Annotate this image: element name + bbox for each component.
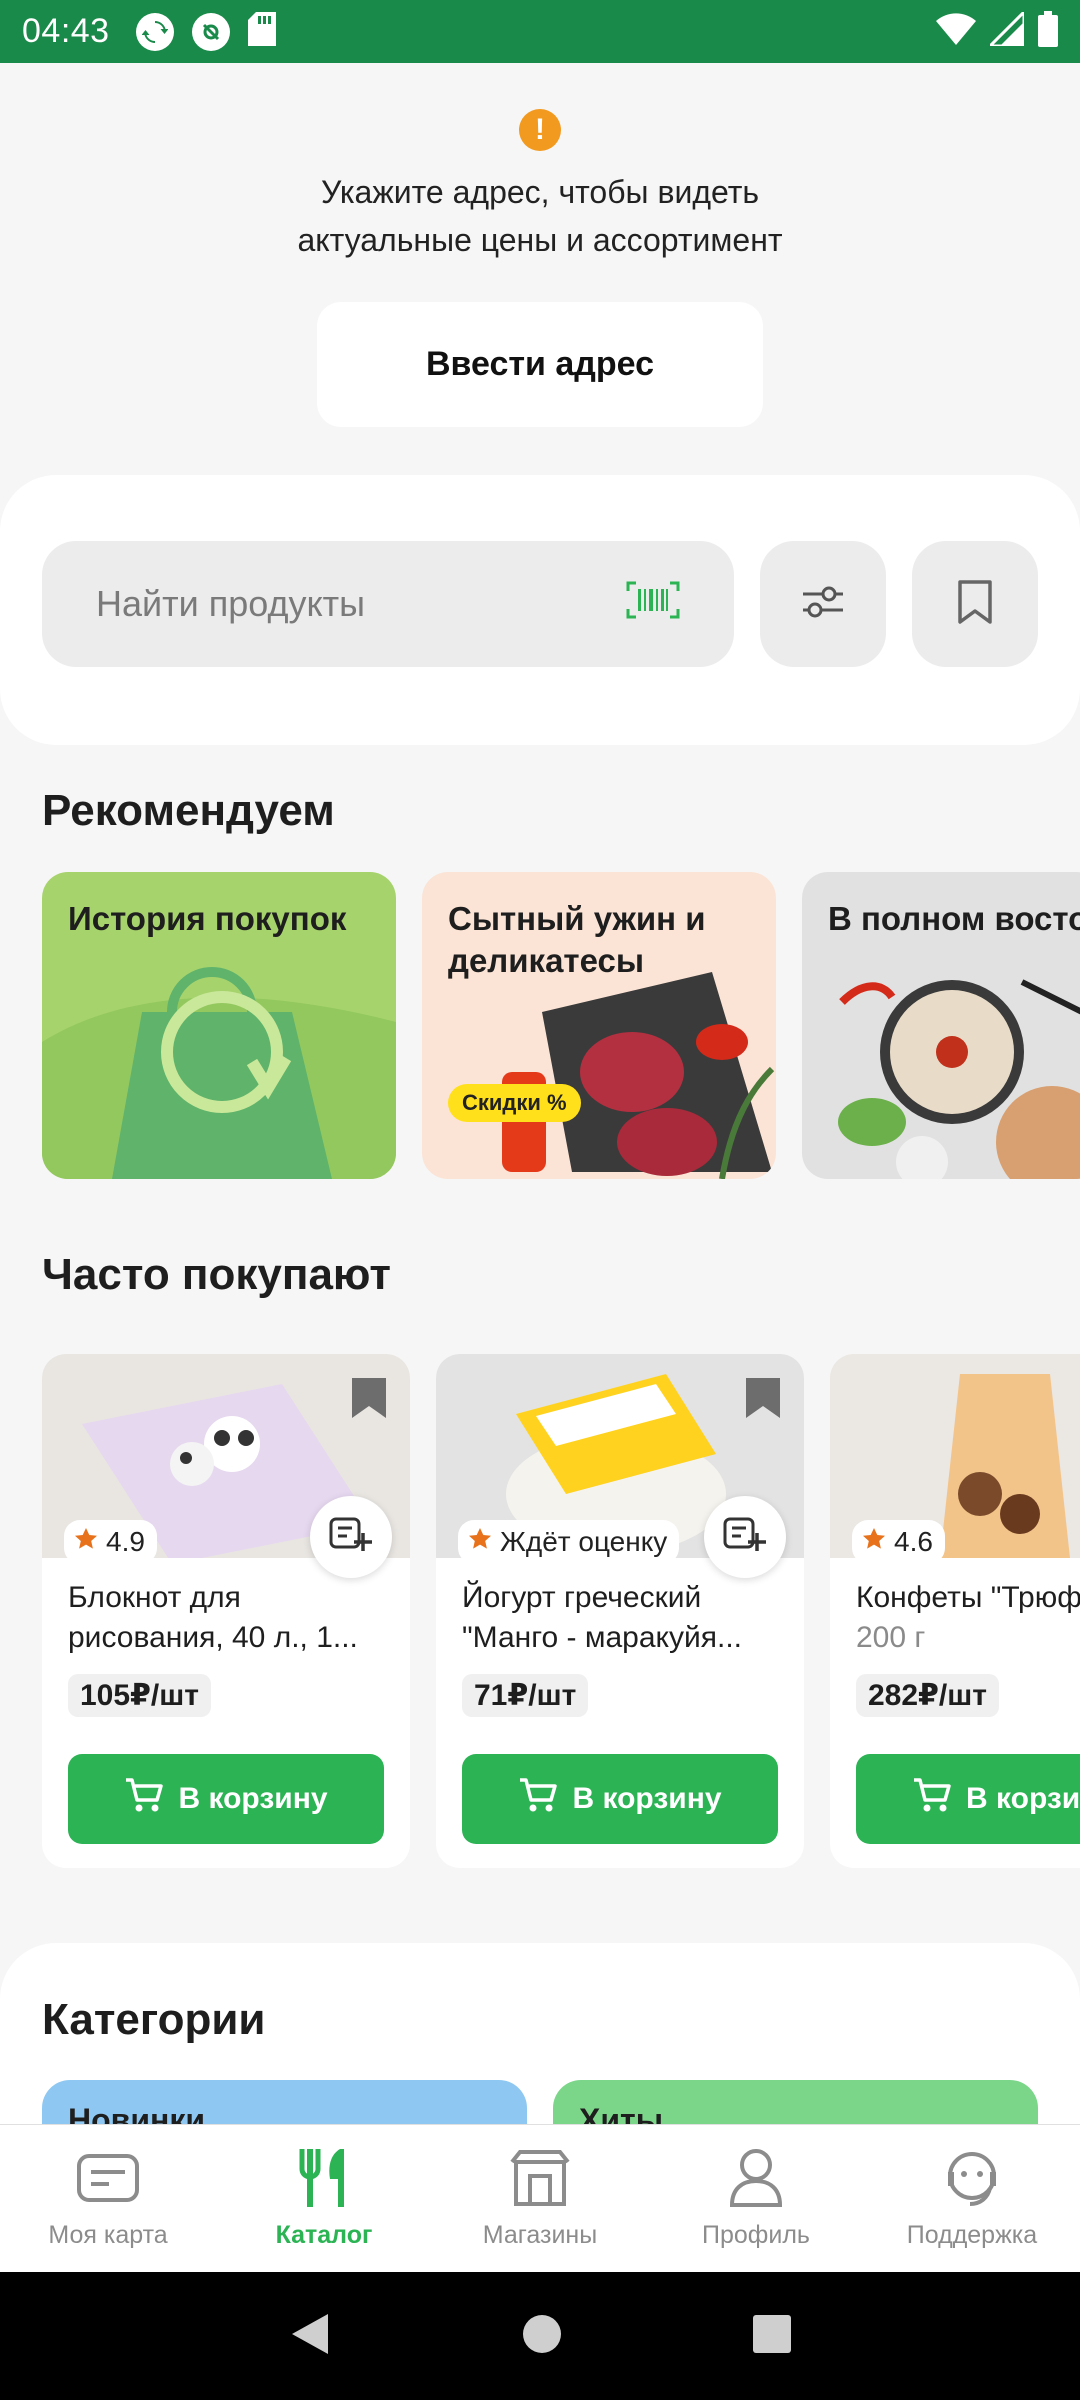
product-name: Блокнот для рисования, 40 л., 1...: [68, 1578, 388, 1658]
rating-value: 4.9: [106, 1526, 145, 1557]
filter-button[interactable]: [760, 541, 886, 667]
promo-card-title: Сытный ужин и деликатесы: [448, 900, 706, 979]
system-nav-bar: [0, 2272, 1080, 2400]
recents-icon[interactable]: [752, 2314, 792, 2359]
nav-item-my-card[interactable]: Моя карта: [0, 2125, 216, 2272]
person-icon: [728, 2145, 784, 2211]
product-name: Йогурт греческий "Манго - маракуйя...: [462, 1578, 782, 1658]
promo-card-title: В полном восто: [828, 900, 1080, 937]
sd-card-icon: [247, 12, 276, 51]
nav-label: Поддержка: [906, 2221, 1038, 2249]
promo-card-title: История покупок: [68, 900, 347, 937]
add-to-list-button[interactable]: [704, 1496, 786, 1578]
product-name-line2: рисования, 40 л., 1...: [68, 1621, 358, 1654]
cart-icon: [912, 1777, 952, 1821]
list-add-icon: [329, 1517, 373, 1558]
product-rating: Ждёт оценку: [458, 1520, 680, 1564]
product-name-line1: Блокнот для: [68, 1581, 241, 1614]
product-rating: 4.6: [852, 1520, 945, 1564]
cart-icon: [518, 1777, 558, 1821]
star-icon: [862, 1526, 886, 1558]
favorites-button[interactable]: [912, 541, 1038, 667]
add-to-list-button[interactable]: [310, 1496, 392, 1578]
status-bar: 04:43: [0, 0, 1080, 63]
battery-icon: [1038, 11, 1058, 52]
add-to-cart-button[interactable]: В корзину: [68, 1754, 384, 1844]
sync-icon: [135, 12, 174, 51]
bottom-nav: Моя карта Каталог Магазины Профиль Подде…: [0, 2124, 1080, 2272]
promo-card-dinner[interactable]: Сытный ужин и деликатесы Скидки %: [422, 872, 776, 1179]
cart-label: В корзин: [966, 1782, 1080, 1815]
recommend-title: Рекомендуем: [42, 786, 335, 835]
nav-label: Моя карта: [48, 2221, 168, 2249]
nav-item-catalog[interactable]: Каталог: [216, 2125, 432, 2272]
product-price: 71₽/шт: [462, 1674, 589, 1717]
nav-label: Каталог: [275, 2221, 373, 2249]
support-icon: [940, 2145, 1004, 2211]
wifi-icon: [936, 13, 976, 50]
search-placeholder: Найти продукты: [96, 583, 365, 624]
enter-address-button[interactable]: Ввести адрес: [317, 302, 763, 427]
product-name-line2: "Манго - маракуйя...: [462, 1621, 743, 1654]
product-price: 105₽/шт: [68, 1674, 211, 1717]
status-time: 04:43: [22, 12, 110, 50]
signal-icon: [986, 8, 1026, 51]
address-prompt-line2: актуальные цены и ассортимент: [297, 222, 783, 258]
product-name: Конфеты "Трюф 200 г: [856, 1578, 1080, 1658]
cart-label: В корзину: [572, 1782, 722, 1815]
cart-icon: [124, 1777, 164, 1821]
promo-card-history[interactable]: История покупок: [42, 872, 396, 1179]
barcode-scan-icon[interactable]: [626, 581, 680, 628]
address-prompt-line1: Укажите адрес, чтобы видеть: [320, 174, 760, 210]
product-card[interactable]: 4.9 Блокнот для рисования, 40 л., 1... 1…: [42, 1354, 410, 1868]
nav-item-profile[interactable]: Профиль: [648, 2125, 864, 2272]
list-add-icon: [723, 1517, 767, 1558]
discount-badge: Скидки %: [448, 1084, 581, 1122]
nav-label: Магазины: [482, 2221, 598, 2249]
product-name-line1: Йогурт греческий: [462, 1581, 702, 1614]
frequent-title: Часто покупают: [42, 1250, 391, 1299]
at-sign-icon: [191, 12, 230, 51]
rating-value: Ждёт оценку: [500, 1526, 668, 1557]
warning-icon: !: [519, 109, 561, 151]
product-card[interactable]: 4.6 Конфеты "Трюф 200 г 282₽/шт В корзин: [830, 1354, 1080, 1868]
product-rating: 4.9: [64, 1520, 157, 1564]
bookmark-icon[interactable]: [350, 1376, 388, 1425]
add-to-cart-button[interactable]: В корзин: [856, 1754, 1080, 1844]
product-price: 282₽/шт: [856, 1674, 999, 1717]
card-icon: [75, 2145, 141, 2211]
store-icon: [510, 2145, 570, 2211]
product-card[interactable]: Ждёт оценку Йогурт греческий "Манго - ма…: [436, 1354, 804, 1868]
nav-item-support[interactable]: Поддержка: [864, 2125, 1080, 2272]
address-prompt-text: Укажите адрес, чтобы видеть актуальные ц…: [140, 168, 940, 264]
promo-card-third[interactable]: В полном восто: [802, 872, 1080, 1179]
search-card: Найти продукты: [0, 475, 1080, 745]
back-icon[interactable]: [288, 2312, 332, 2361]
search-input[interactable]: Найти продукты: [42, 541, 734, 667]
bookmark-icon: [957, 579, 993, 630]
add-to-cart-button[interactable]: В корзину: [462, 1754, 778, 1844]
nav-label: Профиль: [702, 2221, 810, 2249]
bookmark-icon[interactable]: [744, 1376, 782, 1425]
nav-item-stores[interactable]: Магазины: [432, 2125, 648, 2272]
rating-value: 4.6: [894, 1526, 933, 1557]
product-weight: 200 г: [856, 1621, 926, 1654]
star-icon: [74, 1526, 98, 1558]
cart-label: В корзину: [178, 1782, 328, 1815]
categories-title: Категории: [42, 1995, 266, 2044]
product-name-line1: Конфеты "Трюф: [856, 1581, 1080, 1614]
star-icon: [468, 1526, 492, 1558]
sliders-icon: [801, 584, 845, 625]
home-icon[interactable]: [522, 2314, 562, 2359]
fork-knife-icon: [296, 2145, 352, 2211]
